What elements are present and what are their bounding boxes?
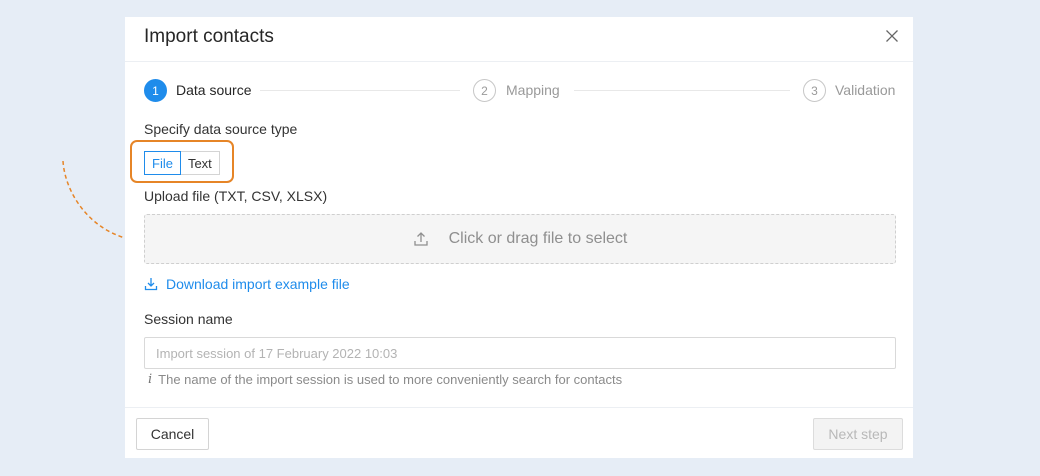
- cancel-button[interactable]: Cancel: [136, 418, 209, 450]
- step-1-label: Data source: [176, 82, 252, 98]
- step-1-circle: 1: [144, 79, 167, 102]
- session-hint-text: The name of the import session is used t…: [158, 372, 623, 387]
- close-icon: [886, 30, 898, 42]
- download-example-label: Download import example file: [166, 276, 350, 292]
- close-button[interactable]: [885, 29, 899, 43]
- file-dropzone[interactable]: Click or drag file to select: [144, 214, 896, 264]
- import-contacts-modal: Import contacts 1 Data source 2 Mapping …: [125, 17, 913, 458]
- step-3-circle: 3: [803, 79, 826, 102]
- file-option-button[interactable]: File: [144, 151, 181, 175]
- modal-title: Import contacts: [144, 26, 274, 47]
- download-example-link[interactable]: Download import example file: [144, 276, 350, 292]
- step-3-label: Validation: [835, 82, 896, 98]
- download-icon: [144, 278, 158, 291]
- dropzone-text: Click or drag file to select: [448, 230, 628, 247]
- data-source-label: Specify data source type: [144, 121, 298, 137]
- next-step-button[interactable]: Next step: [813, 418, 903, 450]
- session-name-input[interactable]: [144, 337, 896, 369]
- step-connector: [574, 90, 790, 91]
- text-option-button[interactable]: Text: [180, 151, 220, 175]
- step-connector: [260, 90, 460, 91]
- session-hint: i The name of the import session is used…: [148, 372, 622, 387]
- data-source-toggle: File Text: [144, 151, 220, 175]
- session-name-label: Session name: [144, 311, 233, 327]
- step-2-circle: 2: [473, 79, 496, 102]
- upload-icon: [413, 232, 428, 246]
- step-2-label: Mapping: [506, 82, 560, 98]
- upload-label: Upload file (TXT, CSV, XLSX): [144, 188, 328, 204]
- info-icon: i: [148, 372, 153, 387]
- modal-header: Import contacts: [125, 17, 913, 62]
- steps: 1 Data source 2 Mapping 3 Validation: [144, 79, 896, 103]
- modal-footer: Cancel Next step: [125, 407, 913, 458]
